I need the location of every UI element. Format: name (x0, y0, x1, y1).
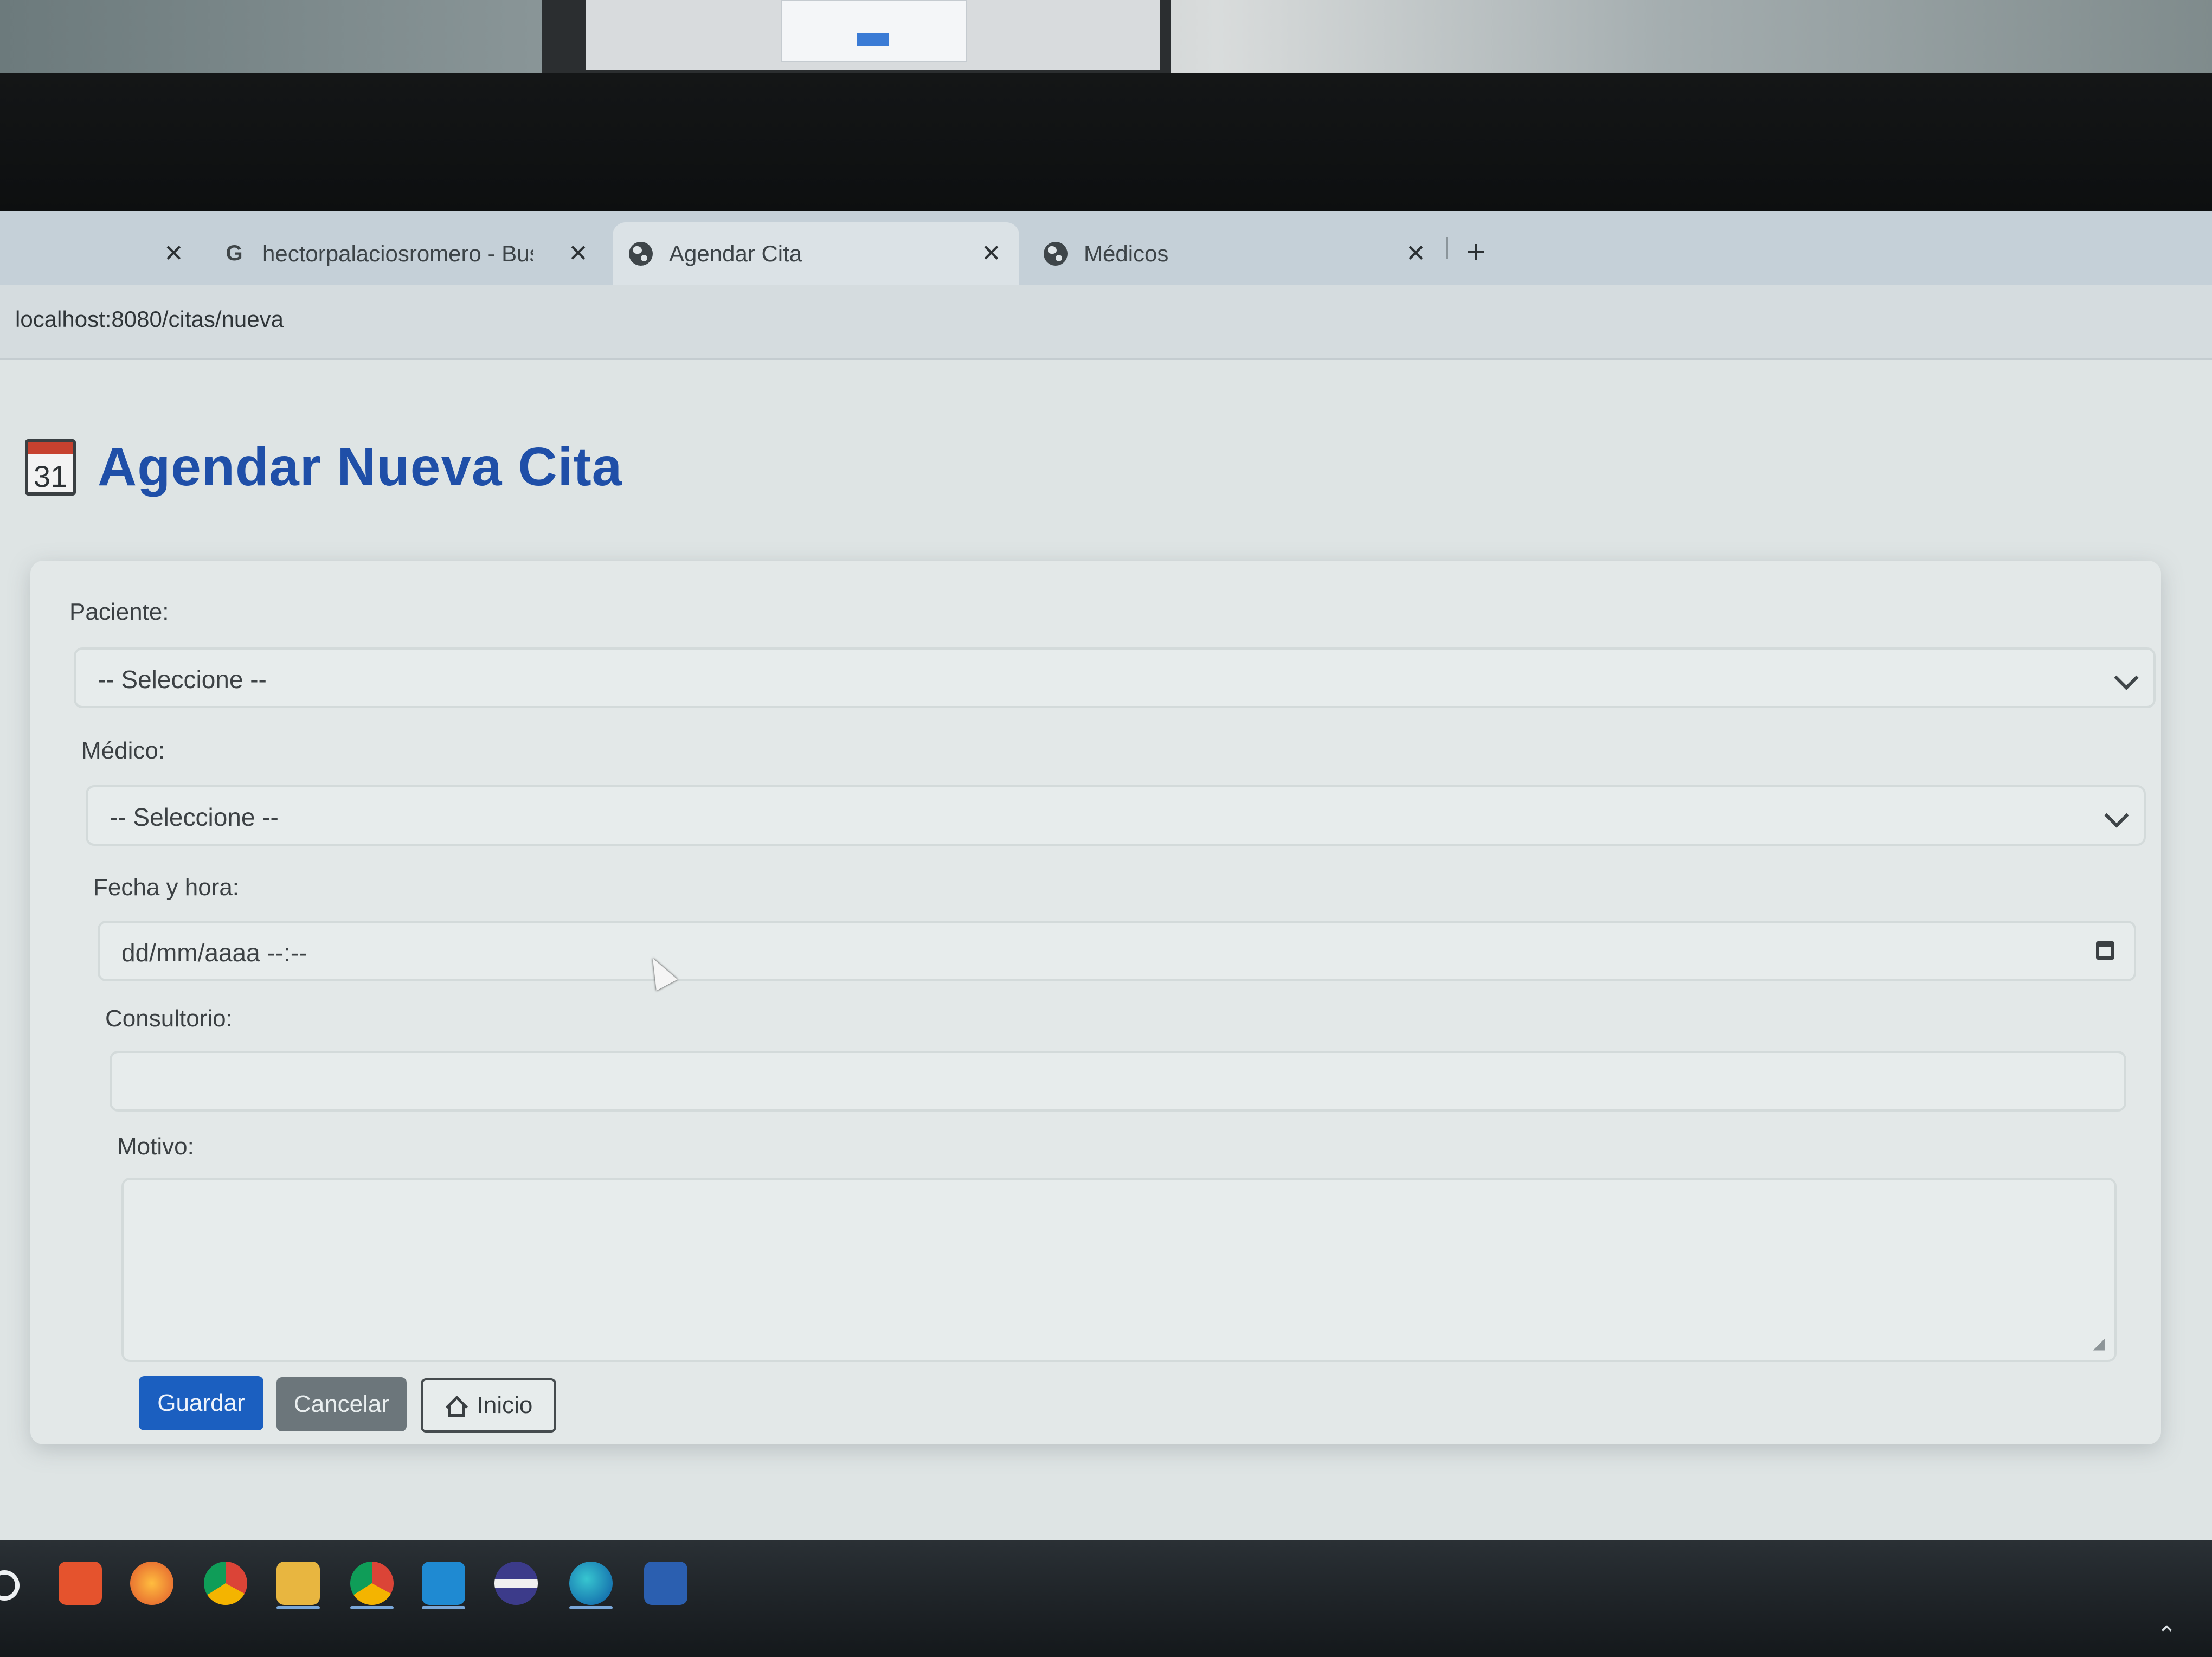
consultorio-label: Consultorio: (105, 1005, 233, 1032)
chrome-icon[interactable] (350, 1562, 394, 1605)
tab-medicos[interactable]: Médicos ✕ (1044, 222, 1434, 285)
edge-active-indicator (569, 1606, 613, 1609)
globe-icon (629, 241, 653, 266)
calendar-day: 31 (33, 459, 68, 493)
tab-separator (1446, 237, 1448, 259)
chrome-icon[interactable] (204, 1562, 247, 1605)
calendar-icon: 31 (25, 439, 76, 496)
browser-window: ✕ G hectorpalaciosromero - Buscar ✕ Agen… (0, 211, 2212, 1556)
close-icon[interactable]: ✕ (1406, 240, 1426, 267)
app-icon[interactable] (644, 1562, 687, 1605)
vscode-active-indicator (422, 1606, 465, 1609)
form-card: Paciente: -- Seleccione -- Médico: -- Se… (30, 561, 2161, 1444)
motivo-textarea[interactable]: ◢ (121, 1178, 2117, 1362)
edge-icon[interactable] (569, 1562, 613, 1605)
close-icon[interactable]: ✕ (568, 240, 588, 267)
medico-label: Médico: (81, 737, 165, 764)
resize-handle-icon[interactable]: ◢ (2093, 1334, 2105, 1352)
page-content: 31 Agendar Nueva Cita Paciente: -- Selec… (0, 360, 2212, 1556)
globe-icon (1044, 241, 1068, 266)
close-icon[interactable]: ✕ (164, 240, 184, 267)
tab-title: Agendar Cita (669, 240, 802, 266)
url-text[interactable]: localhost:8080/citas/nueva (15, 306, 284, 332)
page-title: Agendar Nueva Cita (98, 436, 623, 497)
background-dialog (781, 0, 967, 62)
brave-icon[interactable] (59, 1562, 102, 1605)
fecha-label: Fecha y hora: (93, 874, 240, 901)
guardar-button[interactable]: Guardar (139, 1376, 263, 1430)
home-icon (445, 1395, 466, 1417)
search-icon[interactable] (0, 1570, 20, 1601)
tab-agendar-cita[interactable]: Agendar Cita ✕ (613, 222, 1019, 285)
tab-strip: ✕ G hectorpalaciosromero - Buscar ✕ Agen… (0, 211, 2212, 285)
google-icon: G (226, 241, 243, 265)
tab-title: hectorpalaciosromero - Buscar (262, 240, 533, 266)
chrome-active-indicator (350, 1606, 394, 1609)
tab-google-search[interactable]: G hectorpalaciosromero - Buscar ✕ (222, 222, 596, 285)
consultorio-input[interactable] (110, 1051, 2126, 1112)
inicio-button[interactable]: Inicio (421, 1378, 556, 1433)
fecha-hora-placeholder: dd/mm/aaaa --:-- (121, 939, 307, 967)
file-explorer-icon[interactable] (276, 1562, 320, 1605)
medico-select[interactable]: -- Seleccione -- (86, 785, 2146, 846)
tab-blank[interactable]: ✕ (22, 222, 201, 285)
close-icon[interactable]: ✕ (981, 240, 1001, 267)
chevron-down-icon (2114, 665, 2139, 690)
eclipse-icon[interactable] (494, 1562, 538, 1605)
new-tab-button[interactable]: + (1467, 233, 1486, 271)
paciente-select-value: -- Seleccione -- (98, 665, 267, 693)
background-dialog-button (857, 33, 889, 46)
address-bar[interactable]: localhost:8080/citas/nueva (0, 285, 2212, 360)
inicio-button-label: Inicio (477, 1392, 533, 1418)
chevron-down-icon (2104, 803, 2129, 828)
taskbar: ⌃ (0, 1540, 2212, 1657)
fecha-hora-input[interactable]: dd/mm/aaaa --:-- (98, 921, 2136, 981)
tray-chevron-up-icon[interactable]: ⌃ (2157, 1621, 2177, 1649)
calendar-picker-icon[interactable] (2096, 941, 2114, 960)
file-explorer-active-indicator (276, 1606, 320, 1609)
paciente-label: Paciente: (69, 599, 169, 625)
cancelar-button[interactable]: Cancelar (276, 1377, 407, 1431)
monitor-bezel (0, 73, 2212, 211)
vscode-icon[interactable] (422, 1562, 465, 1605)
firefox-icon[interactable] (130, 1562, 173, 1605)
motivo-label: Motivo: (117, 1133, 194, 1160)
tab-title: Médicos (1084, 240, 1169, 266)
paciente-select[interactable]: -- Seleccione -- (74, 647, 2156, 708)
medico-select-value: -- Seleccione -- (110, 803, 279, 831)
page-header: 31 Agendar Nueva Cita (25, 436, 622, 498)
